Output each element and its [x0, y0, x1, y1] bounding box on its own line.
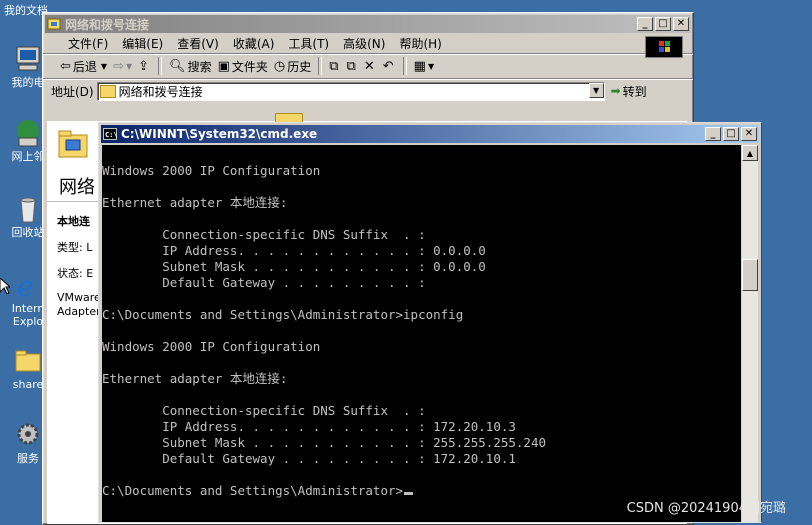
folders-icon: ▣ [217, 58, 230, 74]
close-button[interactable]: ✕ [741, 127, 757, 141]
up-folder-button[interactable]: ⇪ [135, 56, 154, 76]
device-name-line1: VMware [57, 291, 101, 304]
toolbar-separator [402, 57, 407, 75]
cmd-window: C:\ C:\WINNT\System32\cmd.exe _ □ ✕ Wind… [98, 122, 762, 523]
move-to-icon: ⧉ [329, 58, 339, 74]
scroll-thumb[interactable] [742, 259, 758, 291]
undo-button[interactable]: ↶ [380, 56, 399, 76]
go-arrow-icon: ➡ [610, 84, 621, 98]
minimize-button[interactable]: _ [637, 17, 653, 31]
mouse-cursor-icon [0, 277, 12, 297]
up-folder-icon: ⇪ [138, 58, 150, 74]
selected-connection-name: 本地连 [57, 215, 90, 228]
console-line: Connection-specific DNS Suffix . : [102, 227, 426, 242]
menu-advanced[interactable]: 高级(N) [336, 35, 392, 52]
standard-toolbar: ⇦ 后退 ▼ ⇨ ▼ ⇪ 🔍︎ 搜索 ▣ 文件夹 ◷ 历史 ⧉ ⧉ ✕ ↶ ▦ ▼ [43, 54, 693, 79]
vertical-scrollbar[interactable]: ▲ [742, 145, 758, 522]
search-icon: 🔍︎ [169, 58, 186, 74]
close-button[interactable]: ✕ [673, 17, 689, 31]
menu-favorites[interactable]: 收藏(A) [226, 35, 282, 52]
console-line: Default Gateway . . . . . . . . . : [102, 275, 426, 290]
console-line: IP Address. . . . . . . . . . . . : 0.0.… [102, 243, 486, 258]
window-title: 网络和拨号连接 [65, 17, 150, 32]
views-button[interactable]: ▦ ▼ [411, 56, 437, 76]
menu-bar: 文件(F) 编辑(E) 查看(V) 收藏(A) 工具(T) 高级(N) 帮助(H… [43, 33, 693, 54]
details-pane: 网络 本地连 类型: L 状态: E VMware Adapter [47, 121, 107, 524]
network-connections-icon [47, 17, 61, 31]
search-button[interactable]: 🔍︎ 搜索 [166, 56, 215, 76]
pane-title: 网络 [59, 177, 95, 198]
console-line: Default Gateway . . . . . . . . . : 172.… [102, 451, 516, 466]
network-places-icon [13, 118, 43, 148]
my-computer-icon [13, 44, 43, 74]
console-line: Windows 2000 IP Configuration [102, 339, 321, 354]
maximize-button[interactable]: □ [723, 127, 739, 141]
copy-to-button[interactable]: ⧉ [344, 56, 361, 76]
dropdown-arrow-icon[interactable]: ▼ [101, 62, 107, 71]
window-title: C:\WINNT\System32\cmd.exe [121, 127, 318, 141]
watermark-text: CSDN @20241904刘宛璐 [626, 501, 786, 516]
console-line: Windows 2000 IP Configuration [102, 163, 321, 178]
services-icon [13, 420, 43, 450]
address-value: 网络和拨号连接 [118, 84, 203, 99]
delete-button[interactable]: ✕ [361, 56, 380, 76]
scroll-up-button[interactable]: ▲ [742, 145, 758, 161]
menu-file[interactable]: 文件(F) [61, 35, 115, 52]
maximize-button[interactable]: □ [655, 17, 671, 31]
console-line: Subnet Mask . . . . . . . . . . . : 255.… [102, 435, 547, 450]
console-output[interactable]: Windows 2000 IP Configuration Ethernet ad… [102, 145, 741, 522]
svg-text:C:\: C:\ [105, 131, 117, 139]
address-input[interactable]: 网络和拨号连接 ▼ [96, 81, 605, 101]
forward-button[interactable]: ⇨ ▼ [110, 56, 135, 76]
views-icon: ▦ [413, 58, 426, 74]
toolbar-separator [158, 57, 163, 75]
console-line: IP Address. . . . . . . . . . . . : 172.… [102, 419, 516, 434]
connection-type: 类型: L [57, 241, 93, 254]
undo-icon: ↶ [382, 58, 394, 74]
address-dropdown-button[interactable]: ▼ [588, 82, 604, 98]
history-icon: ◷ [273, 58, 286, 74]
network-folder-icon [99, 84, 116, 98]
back-arrow-icon: ⇦ [60, 58, 71, 74]
svg-text:e: e [17, 270, 34, 300]
console-icon: C:\ [103, 127, 118, 141]
windows-logo-icon [645, 36, 683, 58]
internet-explorer-icon: e [13, 270, 43, 303]
console-line: Ethernet adapter 本地连接: [102, 195, 288, 210]
go-button[interactable]: ➡ 转到 [611, 83, 647, 100]
dropdown-arrow-icon: ▼ [427, 61, 435, 71]
folders-button[interactable]: ▣ 文件夹 [215, 56, 271, 76]
console-line: C:\Documents and Settings\Administrator>… [102, 307, 464, 322]
back-button[interactable]: ⇦ 后退 ▼ [57, 56, 110, 76]
device-name-line2: Adapter [57, 305, 101, 318]
address-label: 地址(D) [51, 84, 94, 99]
history-button[interactable]: ◷ 历史 [271, 56, 314, 76]
menu-tools[interactable]: 工具(T) [281, 35, 336, 52]
forward-arrow-icon: ⇨ [113, 58, 124, 74]
shared-folder-icon [13, 346, 43, 376]
explorer-titlebar[interactable]: 网络和拨号连接 _ □ ✕ [45, 15, 691, 33]
console-line: Subnet Mask . . . . . . . . . . . : 0.0.… [102, 259, 486, 274]
text-cursor [404, 492, 414, 495]
toolbar-separator [318, 57, 323, 75]
console-line: Connection-specific DNS Suffix . : [102, 403, 426, 418]
address-bar: 地址(D) 网络和拨号连接 ▼ ➡ 转到 [43, 79, 693, 103]
recycle-bin-icon [13, 194, 43, 224]
menu-edit[interactable]: 编辑(E) [115, 35, 170, 52]
network-connections-large-icon [57, 127, 91, 164]
menu-view[interactable]: 查看(V) [170, 35, 226, 52]
dropdown-arrow-icon[interactable]: ▼ [126, 62, 132, 71]
console-line: C:\Documents and Settings\Administrator> [102, 483, 414, 499]
menu-help[interactable]: 帮助(H) [392, 35, 448, 52]
delete-icon: ✕ [363, 58, 375, 74]
copy-to-icon: ⧉ [346, 58, 356, 74]
console-line: Ethernet adapter 本地连接: [102, 371, 288, 386]
move-to-button[interactable]: ⧉ [326, 56, 343, 76]
connection-status: 状态: E [57, 267, 94, 280]
cmd-titlebar[interactable]: C:\ C:\WINNT\System32\cmd.exe _ □ ✕ [101, 125, 759, 143]
minimize-button[interactable]: _ [705, 127, 721, 141]
